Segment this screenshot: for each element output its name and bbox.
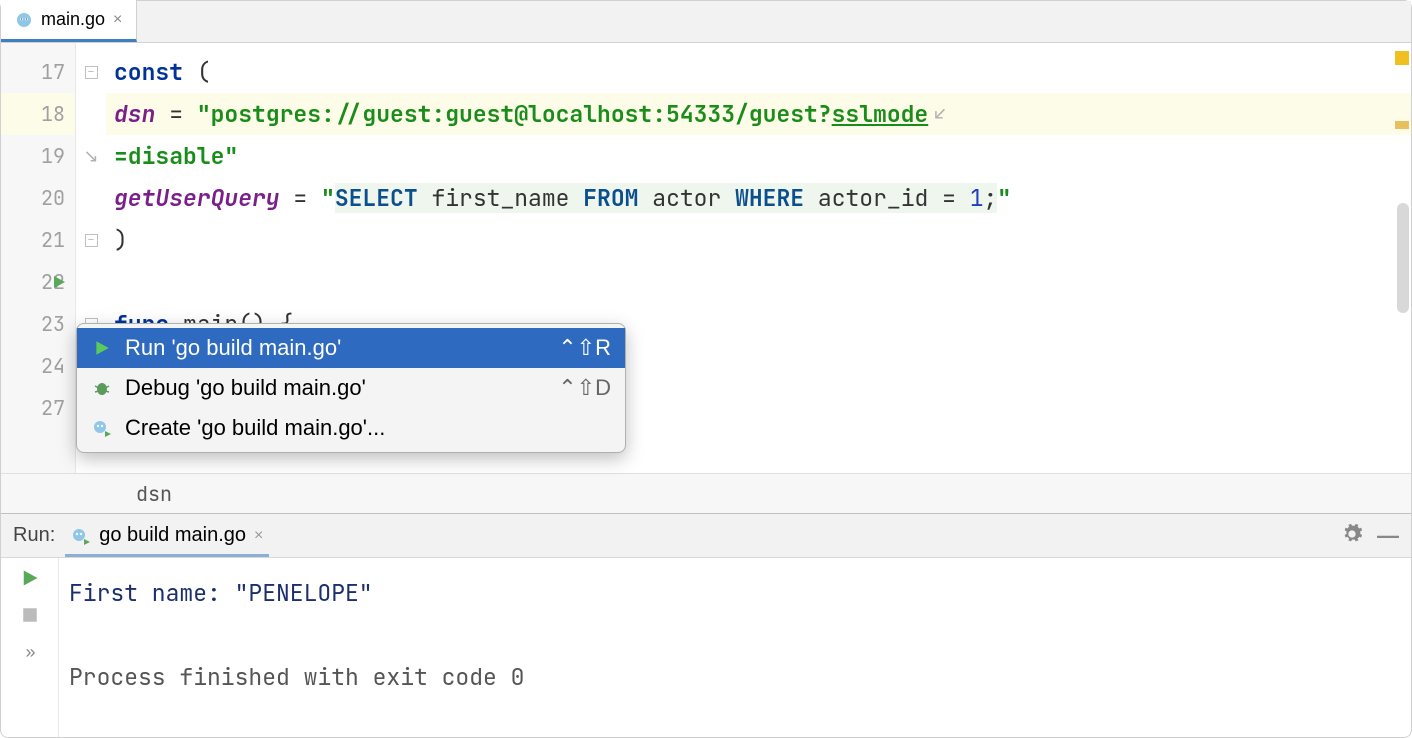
gutter-line[interactable]: 21: [1, 219, 75, 261]
go-file-icon: [15, 11, 33, 29]
gutter-line[interactable]: 20: [1, 177, 75, 219]
gutter: 17 18 19 20 21 22 23 24 27: [1, 43, 76, 473]
tab-filename: main.go: [41, 9, 105, 30]
breadcrumb-bar[interactable]: dsn: [1, 473, 1411, 513]
run-output[interactable]: First name: "PENELOPE" Process finished …: [59, 558, 1411, 737]
gopher-run-icon: [71, 526, 91, 546]
fold-toggle-icon[interactable]: −: [85, 66, 98, 79]
editor-tab-bar: main.go ×: [1, 1, 1411, 43]
gutter-line[interactable]: 24: [1, 345, 75, 387]
wrap-arrow-icon: ↘: [83, 146, 98, 167]
menu-label: Create 'go build main.go'...: [125, 415, 385, 441]
editor-tab-main-go[interactable]: main.go ×: [1, 0, 137, 42]
fold-toggle-icon[interactable]: −: [85, 234, 98, 247]
code-line: dsn = "postgres://guest:guest@localhost:…: [106, 93, 1411, 135]
run-toolbar: »: [1, 558, 59, 737]
run-header: Run: go build main.go × —: [1, 514, 1411, 558]
gutter-line[interactable]: 23: [1, 303, 75, 345]
run-context-menu: Run 'go build main.go' ⌃⇧R Debug 'go bui…: [76, 323, 626, 453]
menu-shortcut: ⌃⇧D: [558, 375, 611, 401]
inspection-marker-icon[interactable]: [1395, 121, 1409, 129]
menu-item-debug[interactable]: Debug 'go build main.go' ⌃⇧D: [77, 368, 625, 408]
code-line: ): [106, 219, 1411, 261]
output-line: Process finished with exit code 0: [69, 656, 1401, 698]
run-icon: [91, 339, 113, 357]
editor-area: 17 18 19 20 21 22 23 24 27 − ↘ − − const…: [1, 43, 1411, 473]
marker-stripe: [1393, 43, 1411, 473]
breadcrumb-item[interactable]: dsn: [136, 481, 172, 507]
menu-shortcut: ⌃⇧R: [558, 335, 611, 361]
stop-icon[interactable]: [21, 606, 39, 624]
gear-icon[interactable]: [1341, 523, 1363, 549]
gutter-line[interactable]: 22: [1, 261, 75, 303]
output-line: First name: "PENELOPE": [69, 572, 1401, 614]
run-tab[interactable]: go build main.go ×: [65, 514, 269, 557]
gutter-line[interactable]: 19: [1, 135, 75, 177]
gopher-run-icon: [91, 418, 113, 438]
menu-item-create[interactable]: Create 'go build main.go'...: [77, 408, 625, 448]
gutter-line[interactable]: 27: [1, 387, 75, 429]
menu-label: Debug 'go build main.go': [125, 375, 366, 401]
menu-label: Run 'go build main.go': [125, 335, 341, 361]
menu-item-run[interactable]: Run 'go build main.go' ⌃⇧R: [77, 328, 625, 368]
scrollbar-thumb[interactable]: [1397, 203, 1409, 313]
run-tab-label: go build main.go: [99, 524, 246, 547]
code-line: [106, 261, 1411, 303]
warning-marker-icon[interactable]: [1395, 51, 1409, 65]
close-run-tab-icon[interactable]: ×: [254, 527, 263, 545]
minimize-icon[interactable]: —: [1377, 523, 1399, 549]
code-line: =disable": [106, 135, 1411, 177]
soft-wrap-icon: ↙: [934, 103, 945, 126]
gutter-run-icon[interactable]: [51, 274, 67, 290]
rerun-icon[interactable]: [20, 568, 40, 588]
code-line: const (: [106, 51, 1411, 93]
more-icon[interactable]: »: [25, 642, 33, 663]
run-panel-title: Run:: [13, 524, 55, 547]
gutter-line[interactable]: 17: [1, 51, 75, 93]
code-line: getUserQuery = "SELECT first_name FROM a…: [106, 177, 1411, 219]
close-tab-icon[interactable]: ×: [113, 11, 122, 29]
bug-icon: [91, 378, 113, 398]
gutter-line[interactable]: 18: [1, 93, 75, 135]
run-tool-window: Run: go build main.go × — » First name: …: [1, 513, 1411, 737]
